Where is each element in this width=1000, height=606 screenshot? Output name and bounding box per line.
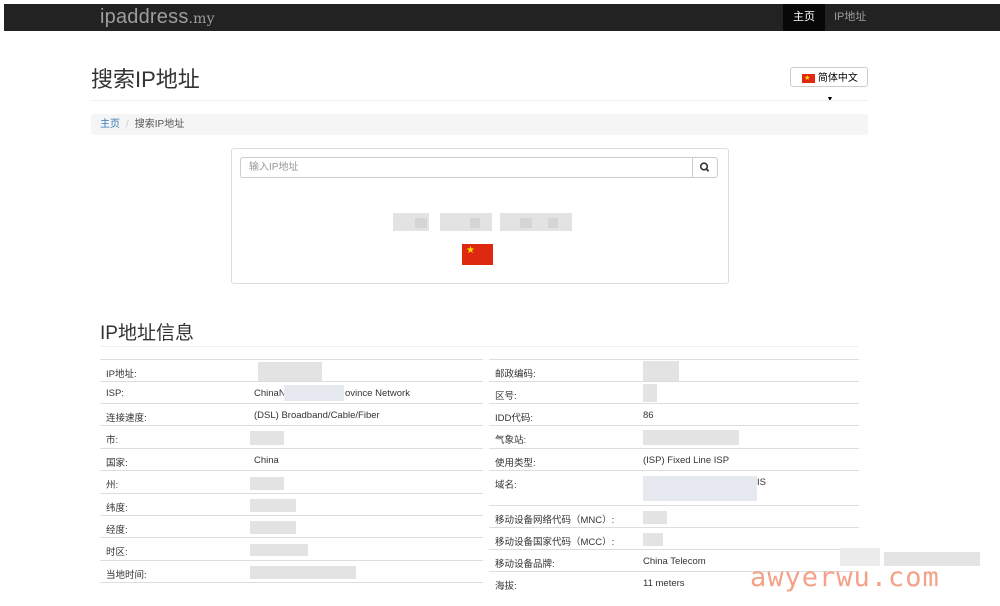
row-value: (ISP) Fixed Line ISP	[643, 455, 730, 466]
blurred-value	[643, 476, 757, 501]
row-value: 11 meters	[643, 578, 685, 589]
china-flag-icon: ★	[802, 73, 816, 83]
row-label: 经度:	[106, 525, 128, 536]
header-divider	[91, 100, 868, 101]
blurred-value	[258, 362, 322, 382]
breadcrumb: 主页 / 搜索IP地址	[91, 114, 868, 135]
watermark-text: awyerwu.com	[750, 562, 940, 593]
nav-item-ip-address[interactable]: IP地址	[824, 4, 876, 31]
row-label: 使用类型:	[495, 458, 536, 469]
domain-value-end[interactable]: IS	[757, 477, 766, 488]
table-row: IP地址:	[100, 359, 483, 382]
row-label: 时区:	[106, 547, 128, 558]
row-label: 纬度:	[106, 503, 128, 514]
blurred-value	[250, 499, 296, 512]
row-value: 86	[643, 410, 654, 421]
blurred-value	[250, 566, 356, 579]
isp-value-start[interactable]: ChinaN	[254, 388, 286, 399]
search-button[interactable]	[692, 157, 718, 178]
top-navbar: ipaddress.my 主页 IP地址	[4, 4, 1000, 31]
row-label: ISP:	[106, 388, 124, 399]
table-row: 纬度:	[100, 493, 483, 515]
nav-item-home[interactable]: 主页	[783, 4, 825, 31]
row-label: 国家:	[106, 458, 128, 469]
row-label: 域名:	[495, 480, 517, 491]
brand-tld: .my	[188, 11, 215, 27]
row-label: IDD代码:	[495, 413, 534, 424]
table-row: 区号:	[489, 381, 859, 403]
section-divider	[100, 346, 858, 347]
blurred-value	[643, 384, 657, 402]
row-label: 连接速度:	[106, 413, 147, 424]
language-dropdown-button[interactable]: ★ 简体中文 ▼	[790, 67, 868, 103]
table-row: 域名: IS	[489, 470, 859, 505]
row-label: 移动设备国家代码（MCC）:	[495, 537, 615, 548]
blurred-value	[250, 431, 284, 445]
blurred-value	[643, 511, 667, 524]
row-value: (DSL) Broadband/Cable/Fiber	[254, 410, 380, 421]
breadcrumb-home-link[interactable]: 主页	[100, 119, 120, 130]
table-row: 移动设备网络代码（MNC）:	[489, 505, 859, 527]
row-value: China	[254, 455, 279, 466]
ip-search-input[interactable]	[240, 157, 693, 178]
table-row: 当地时间:	[100, 560, 483, 582]
row-label: IP地址:	[106, 369, 137, 380]
table-row: 时区:	[100, 537, 483, 560]
table-row	[100, 582, 483, 604]
table-row: IDD代码: 86	[489, 403, 859, 425]
row-value: China Telecom	[643, 556, 706, 567]
row-label: 海拔:	[495, 581, 517, 592]
table-row: 经度:	[100, 515, 483, 537]
row-label: 气象站:	[495, 435, 527, 446]
table-row: 连接速度: (DSL) Broadband/Cable/Fiber	[100, 403, 483, 425]
table-row: 市:	[100, 425, 483, 448]
blurred-value	[643, 533, 663, 546]
blurred-value	[250, 477, 284, 490]
row-label: 当地时间:	[106, 570, 147, 581]
blurred-value	[250, 544, 308, 556]
row-label: 邮政编码:	[495, 369, 536, 380]
table-row: 使用类型: (ISP) Fixed Line ISP	[489, 448, 859, 470]
row-label: 州:	[106, 480, 119, 491]
brand-logo[interactable]: ipaddress.my	[100, 6, 215, 29]
blurred-value	[643, 430, 739, 445]
breadcrumb-current: 搜索IP地址	[134, 119, 185, 130]
table-row: 邮政编码:	[489, 359, 859, 382]
blurred-value	[250, 521, 296, 534]
page-title: 搜索IP地址	[91, 67, 200, 92]
row-label: 移动设备网络代码（MNC）:	[495, 515, 615, 526]
table-row: 移动设备国家代码（MCC）:	[489, 527, 859, 549]
row-label: 区号:	[495, 391, 517, 402]
isp-value-end[interactable]: ovince Network	[345, 388, 410, 399]
table-row: 国家: China	[100, 448, 483, 470]
china-flag-result: ★	[462, 244, 493, 265]
row-label: 市:	[106, 435, 119, 446]
blurred-value	[284, 385, 344, 401]
table-row: ISP: ChinaN ovince Network	[100, 381, 483, 403]
brand-name: ipaddress	[100, 6, 189, 28]
table-row: 州:	[100, 470, 483, 493]
search-icon	[699, 162, 710, 172]
blurred-value	[643, 361, 679, 382]
row-label: 移动设备品牌:	[495, 559, 555, 570]
breadcrumb-separator: /	[126, 119, 129, 130]
language-label: 简体中文	[817, 73, 858, 84]
ip-info-section-title: IP地址信息	[100, 323, 194, 344]
table-row: 气象站:	[489, 425, 859, 448]
